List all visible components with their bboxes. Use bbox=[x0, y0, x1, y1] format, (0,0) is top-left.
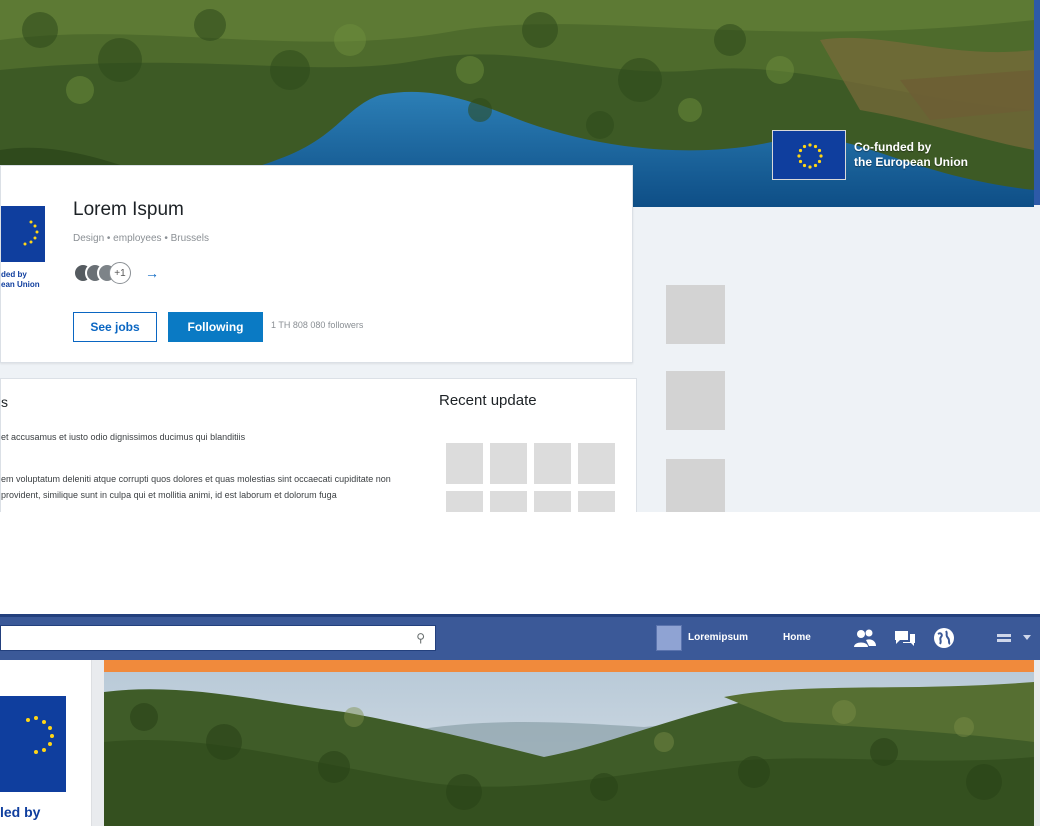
recent-update-tile[interactable] bbox=[578, 491, 615, 512]
recent-update-grid bbox=[446, 443, 615, 512]
about-paragraph-2: em voluptatum deleniti atque corrupti qu… bbox=[1, 471, 421, 503]
page-profile-panel: led by bbox=[0, 660, 92, 826]
connections-row[interactable]: +1 → bbox=[73, 262, 159, 284]
logo-caption: ded by ean Union bbox=[1, 270, 61, 290]
recent-update-tile[interactable] bbox=[578, 443, 615, 484]
home-link[interactable]: Home bbox=[783, 632, 811, 643]
company-meta: Design • employees • Brussels bbox=[73, 233, 209, 244]
eu-line-2: the European Union bbox=[854, 155, 968, 169]
eu-cofunded-badge: Co-funded by the European Union bbox=[772, 130, 968, 180]
connections-more-badge[interactable]: +1 bbox=[109, 262, 131, 284]
eu-line-1: Co-funded by bbox=[854, 140, 932, 154]
search-box[interactable]: ⚲ bbox=[0, 625, 436, 651]
search-icon[interactable]: ⚲ bbox=[416, 631, 425, 645]
cover-photo-forest bbox=[104, 672, 1034, 826]
company-name: Lorem Ispum bbox=[73, 199, 184, 220]
menu-icon[interactable] bbox=[995, 626, 1035, 650]
recent-update-tile[interactable] bbox=[446, 491, 483, 512]
messages-icon[interactable] bbox=[893, 626, 917, 650]
about-title: s bbox=[1, 394, 8, 410]
recent-update-title: Recent update bbox=[439, 392, 537, 409]
about-paragraph-1: et accusamus et iusto odio dignissimos d… bbox=[1, 432, 246, 442]
globe-icon[interactable] bbox=[932, 626, 956, 650]
eu-flag-logo-icon bbox=[0, 696, 66, 792]
eu-flag-logo-icon bbox=[1, 206, 45, 262]
placeholder-thumbnail bbox=[666, 459, 725, 512]
recent-update-tile[interactable] bbox=[490, 491, 527, 512]
company-profile-card: ded by ean Union Lorem Ispum Design • em… bbox=[0, 165, 633, 363]
eu-flag-icon bbox=[772, 130, 846, 180]
facebook-page-mockup: ⚲ Loremipsum Home led by bbox=[0, 614, 1040, 826]
screenshot-stage: Co-funded by the European Union ded by e… bbox=[0, 0, 1040, 826]
logo-caption-line-1: ded by bbox=[1, 270, 27, 279]
search-input[interactable] bbox=[1, 626, 435, 650]
about-paragraph-3-text: et mollitia animi, id est laborum et dol… bbox=[148, 490, 337, 500]
company-page-mockup: Co-funded by the European Union ded by e… bbox=[0, 0, 1040, 512]
eu-cofunded-text: Co-funded by the European Union bbox=[854, 140, 968, 170]
friends-icon[interactable] bbox=[853, 626, 877, 650]
avatar[interactable] bbox=[656, 625, 682, 651]
placeholder-thumbnail bbox=[666, 285, 725, 344]
recent-update-tile[interactable] bbox=[534, 491, 571, 512]
recent-update-tile[interactable] bbox=[490, 443, 527, 484]
about-card: s et accusamus et iusto odio dignissimos… bbox=[0, 378, 637, 512]
recent-update-tile[interactable] bbox=[446, 443, 483, 484]
recent-update-tile[interactable] bbox=[534, 443, 571, 484]
accent-bar bbox=[104, 660, 1034, 672]
following-button[interactable]: Following bbox=[168, 312, 263, 342]
window-edge bbox=[1034, 0, 1040, 205]
logo-caption-line-2: ean Union bbox=[1, 280, 40, 289]
follower-count: 1 TH 808 080 followers bbox=[271, 320, 364, 330]
logo-caption: led by bbox=[0, 804, 41, 820]
see-jobs-button[interactable]: See jobs bbox=[73, 312, 157, 342]
profile-link[interactable]: Loremipsum bbox=[688, 632, 748, 643]
arrow-right-icon[interactable]: → bbox=[145, 265, 159, 281]
facebook-top-bar: ⚲ Loremipsum Home bbox=[0, 614, 1040, 660]
placeholder-thumbnail bbox=[666, 371, 725, 430]
